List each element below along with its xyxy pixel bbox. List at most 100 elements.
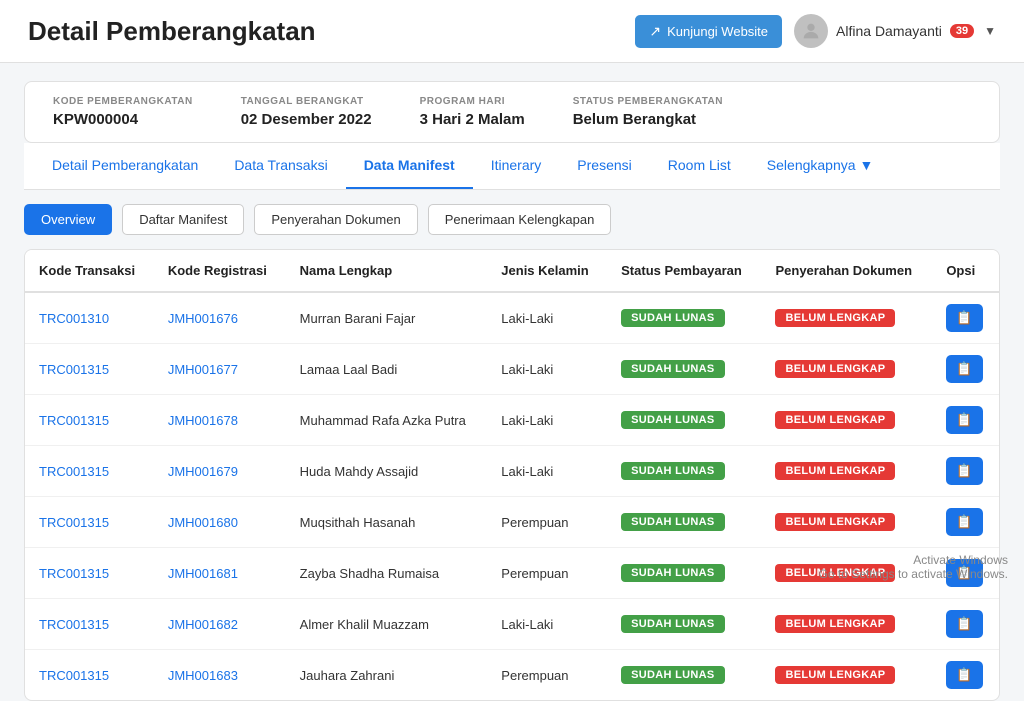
col-header: Penyerahan Dokumen — [761, 250, 932, 292]
kode-transaksi-link[interactable]: TRC001315 — [39, 566, 109, 581]
nav-tab-data-transaksi[interactable]: Data Transaksi — [216, 143, 345, 189]
sub-tab-penerimaan-kelengkapan[interactable]: Penerimaan Kelengkapan — [428, 204, 612, 235]
status-badge: SUDAH LUNAS — [621, 360, 724, 378]
kode-transaksi-link[interactable]: TRC001310 — [39, 311, 109, 326]
nav-tab-detail-pemberangkatan[interactable]: Detail Pemberangkatan — [34, 143, 216, 189]
status-badge: SUDAH LUNAS — [621, 666, 724, 684]
status-pembayaran: SUDAH LUNAS — [607, 344, 761, 395]
table-row: TRC001310JMH001676Murran Barani FajarLak… — [25, 292, 999, 344]
status-pembayaran: SUDAH LUNAS — [607, 395, 761, 446]
nav-tab-presensi[interactable]: Presensi — [559, 143, 649, 189]
detail-action-button[interactable]: 📋 — [946, 406, 982, 434]
nav-tab-data-manifest[interactable]: Data Manifest — [346, 143, 473, 189]
kode-registrasi-link[interactable]: JMH001683 — [168, 668, 238, 683]
visit-website-button[interactable]: ↗ Kunjungi Website — [635, 15, 782, 48]
penyerahan-dokumen: BELUM LENGKAP — [761, 650, 932, 701]
sub-tab-overview[interactable]: Overview — [24, 204, 112, 235]
opsi-cell: 📋 — [932, 395, 999, 446]
nav-tab-itinerary[interactable]: Itinerary — [473, 143, 560, 189]
info-value: Belum Berangkat — [573, 111, 696, 128]
status-pembayaran: SUDAH LUNAS — [607, 650, 761, 701]
detail-action-button[interactable]: 📋 — [946, 508, 982, 536]
nav-tab-room-list[interactable]: Room List — [650, 143, 749, 189]
penyerahan-dokumen: BELUM LENGKAP — [761, 395, 932, 446]
detail-action-button[interactable]: 📋 — [946, 559, 982, 587]
info-label: STATUS PEMBERANGKATAN — [573, 96, 723, 107]
penyerahan-dokumen: BELUM LENGKAP — [761, 497, 932, 548]
info-label: TANGGAL BERANGKAT — [241, 96, 372, 107]
status-badge: SUDAH LUNAS — [621, 564, 724, 582]
kode-transaksi-link[interactable]: TRC001315 — [39, 515, 109, 530]
info-item: TANGGAL BERANGKAT 02 Desember 2022 — [241, 96, 372, 128]
nama-lengkap: Muqsithah Hasanah — [286, 497, 488, 548]
table-row: TRC001315JMH001681Zayba Shadha RumaisaPe… — [25, 548, 999, 599]
nav-tabs: Detail PemberangkatanData TransaksiData … — [24, 143, 1000, 190]
table-row: TRC001315 JMH001679 Huda Mahdy AssajidLaki… — [25, 446, 999, 497]
nav-tab-selengkapnya[interactable]: Selengkapnya ▼ — [749, 143, 892, 189]
detail-action-button[interactable]: 📋 — [946, 610, 982, 638]
status-pembayaran: SUDAH LUNAS — [607, 548, 761, 599]
kode-transaksi-link[interactable]: TRC001315 — [39, 668, 109, 683]
kode-transaksi-link[interactable]: TRC001315 — [39, 362, 109, 377]
col-header: Jenis Kelamin — [487, 250, 607, 292]
jenis-kelamin: Laki-Laki — [487, 395, 607, 446]
penyerahan-dokumen: BELUM LENGKAP — [761, 599, 932, 650]
kode-transaksi-link[interactable]: TRC001315 — [39, 413, 109, 428]
jenis-kelamin: Laki-Laki — [487, 446, 607, 497]
penyerahan-badge: BELUM LENGKAP — [775, 411, 895, 429]
top-header: Detail Pemberangkatan ↗ Kunjungi Website… — [0, 0, 1024, 63]
status-pembayaran: SUDAH LUNAS — [607, 446, 761, 497]
col-header: Status Pembayaran — [607, 250, 761, 292]
avatar — [794, 14, 828, 48]
status-pembayaran: SUDAH LUNAS — [607, 292, 761, 344]
info-value: 02 Desember 2022 — [241, 111, 372, 128]
sub-tab-penyerahan-dokumen[interactable]: Penyerahan Dokumen — [254, 204, 417, 235]
table-row: TRC001315 JMH001678 Muhammad Rafa Azka Put… — [25, 395, 999, 446]
penyerahan-badge: BELUM LENGKAP — [775, 309, 895, 327]
status-badge: SUDAH LUNAS — [621, 513, 724, 531]
user-area[interactable]: Alfina Damayanti 39 ▼ — [794, 14, 996, 48]
kode-transaksi-link[interactable]: TRC001315 — [39, 617, 109, 632]
nama-lengkap: Murran Barani Fajar — [286, 292, 488, 344]
info-value: KPW000004 — [53, 111, 138, 128]
penyerahan-badge: BELUM LENGKAP — [775, 615, 895, 633]
penyerahan-badge: BELUM LENGKAP — [775, 360, 895, 378]
user-icon — [800, 20, 822, 42]
kode-registrasi-link[interactable]: JMH001682 — [168, 617, 238, 632]
nama-lengkap: Huda Mahdy Assajid — [286, 446, 488, 497]
data-manifest-table: Kode TransaksiKode RegistrasiNama Lengka… — [24, 249, 1000, 701]
kode-registrasi-link[interactable]: JMH001679 — [168, 464, 238, 479]
detail-action-button[interactable]: 📋 — [946, 457, 982, 485]
user-name: Alfina Damayanti — [836, 23, 942, 39]
penyerahan-dokumen: BELUM LENGKAP — [761, 292, 932, 344]
opsi-cell: 📋 — [932, 446, 999, 497]
external-link-icon: ↗ — [649, 23, 661, 40]
kode-transaksi-link[interactable]: TRC001315 — [39, 464, 109, 479]
jenis-kelamin: Perempuan — [487, 650, 607, 701]
penyerahan-badge: BELUM LENGKAP — [775, 564, 895, 582]
table-row: TRC001315JMH001682Almer Khalil MuazzamLa… — [25, 599, 999, 650]
opsi-cell: 📋 — [932, 344, 999, 395]
kode-registrasi-link[interactable]: JMH001676 — [168, 311, 238, 326]
table-row: TRC001315JMH001680Muqsithah HasanahPerem… — [25, 497, 999, 548]
opsi-cell: 📋 — [932, 650, 999, 701]
col-header: Nama Lengkap — [286, 250, 488, 292]
opsi-cell: 📋 — [932, 599, 999, 650]
jenis-kelamin: Perempuan — [487, 548, 607, 599]
detail-action-button[interactable]: 📋 — [946, 304, 982, 332]
info-bar: KODE PEMBERANGKATANKPW000004TANGGAL BERA… — [24, 81, 1000, 143]
kode-registrasi-link[interactable]: JMH001681 — [168, 566, 238, 581]
chevron-down-icon: ▼ — [984, 24, 996, 38]
detail-action-button[interactable]: 📋 — [946, 355, 982, 383]
status-pembayaran: SUDAH LUNAS — [607, 497, 761, 548]
sub-tab-daftar-manifest[interactable]: Daftar Manifest — [122, 204, 244, 235]
kode-registrasi-link[interactable]: JMH001678 — [168, 413, 238, 428]
table-row: TRC001315JMH001677Lamaa Laal BadiLaki-La… — [25, 344, 999, 395]
kode-registrasi-link[interactable]: JMH001677 — [168, 362, 238, 377]
opsi-cell: 📋 — [932, 548, 999, 599]
detail-action-button[interactable]: 📋 — [946, 661, 982, 689]
kode-registrasi-link[interactable]: JMH001680 — [168, 515, 238, 530]
jenis-kelamin: Laki-Laki — [487, 599, 607, 650]
nama-lengkap: Muhammad Rafa Azka Putra — [286, 395, 488, 446]
penyerahan-dokumen: BELUM LENGKAP — [761, 548, 932, 599]
